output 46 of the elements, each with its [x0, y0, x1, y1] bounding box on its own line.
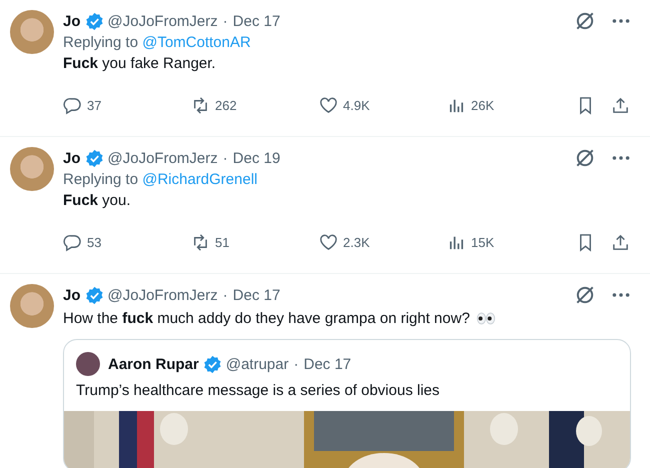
post-date: Dec 17: [304, 356, 352, 372]
replying-label: Replying to: [63, 34, 138, 51]
post-date[interactable]: Dec 17: [232, 286, 280, 304]
comment-icon[interactable]: [63, 96, 82, 115]
separator-dot: ·: [222, 150, 228, 166]
replying-label: Replying to: [63, 171, 138, 188]
separator-dot: ·: [294, 356, 299, 372]
like-count: 4.9K: [343, 98, 370, 113]
author-handle[interactable]: @JoJoFromJerz: [108, 286, 218, 304]
comment-icon[interactable]: [63, 233, 82, 252]
view-count: 15K: [471, 235, 494, 250]
slashed-circle-icon[interactable]: [574, 284, 596, 306]
repost-icon[interactable]: [191, 96, 210, 115]
avatar[interactable]: [10, 10, 54, 54]
avatar: [76, 352, 100, 376]
avatar[interactable]: [10, 147, 54, 191]
share-icon[interactable]: [611, 233, 630, 252]
post-text: Fuck you fake Ranger.: [63, 55, 216, 72]
like-count: 2.3K: [343, 235, 370, 250]
separator-dot: ·: [222, 286, 228, 304]
separator-dot: ·: [222, 12, 228, 30]
heart-icon[interactable]: [319, 96, 338, 115]
author-name[interactable]: Jo: [63, 150, 81, 166]
repost-count: 51: [215, 235, 230, 250]
avatar[interactable]: [10, 284, 54, 328]
post-text: Fuck you.: [63, 192, 131, 209]
quoted-post-card[interactable]: Aaron Rupar @atrupar · Dec 17 Trump’s healthcare message is a series of obvious lies: [63, 339, 631, 468]
author-handle[interactable]: @JoJoFromJerz: [108, 150, 218, 166]
post-text: How the fuck much addy do they have grampa on right now?: [63, 310, 470, 327]
heart-icon[interactable]: [319, 233, 338, 252]
author-name[interactable]: Jo: [63, 12, 81, 30]
author-handle[interactable]: @JoJoFromJerz: [108, 12, 218, 30]
view-count: 26K: [471, 98, 494, 113]
post-date[interactable]: Dec 17: [232, 12, 280, 30]
share-icon[interactable]: [611, 96, 630, 115]
post-text: Trump’s healthcare message is a series of obvious lies: [75, 381, 441, 401]
repost-count: 262: [215, 98, 237, 113]
author-name[interactable]: Jo: [63, 286, 81, 304]
reply-count: 53: [87, 235, 102, 250]
reply-count: 37: [87, 98, 102, 113]
repost-icon[interactable]: [191, 233, 210, 252]
author-name: Aaron Rupar: [108, 356, 199, 372]
slashed-circle-icon[interactable]: [574, 10, 596, 32]
post-date[interactable]: Dec 19: [232, 150, 280, 166]
slashed-circle-icon[interactable]: [574, 147, 596, 169]
author-handle: @atrupar: [226, 356, 289, 372]
